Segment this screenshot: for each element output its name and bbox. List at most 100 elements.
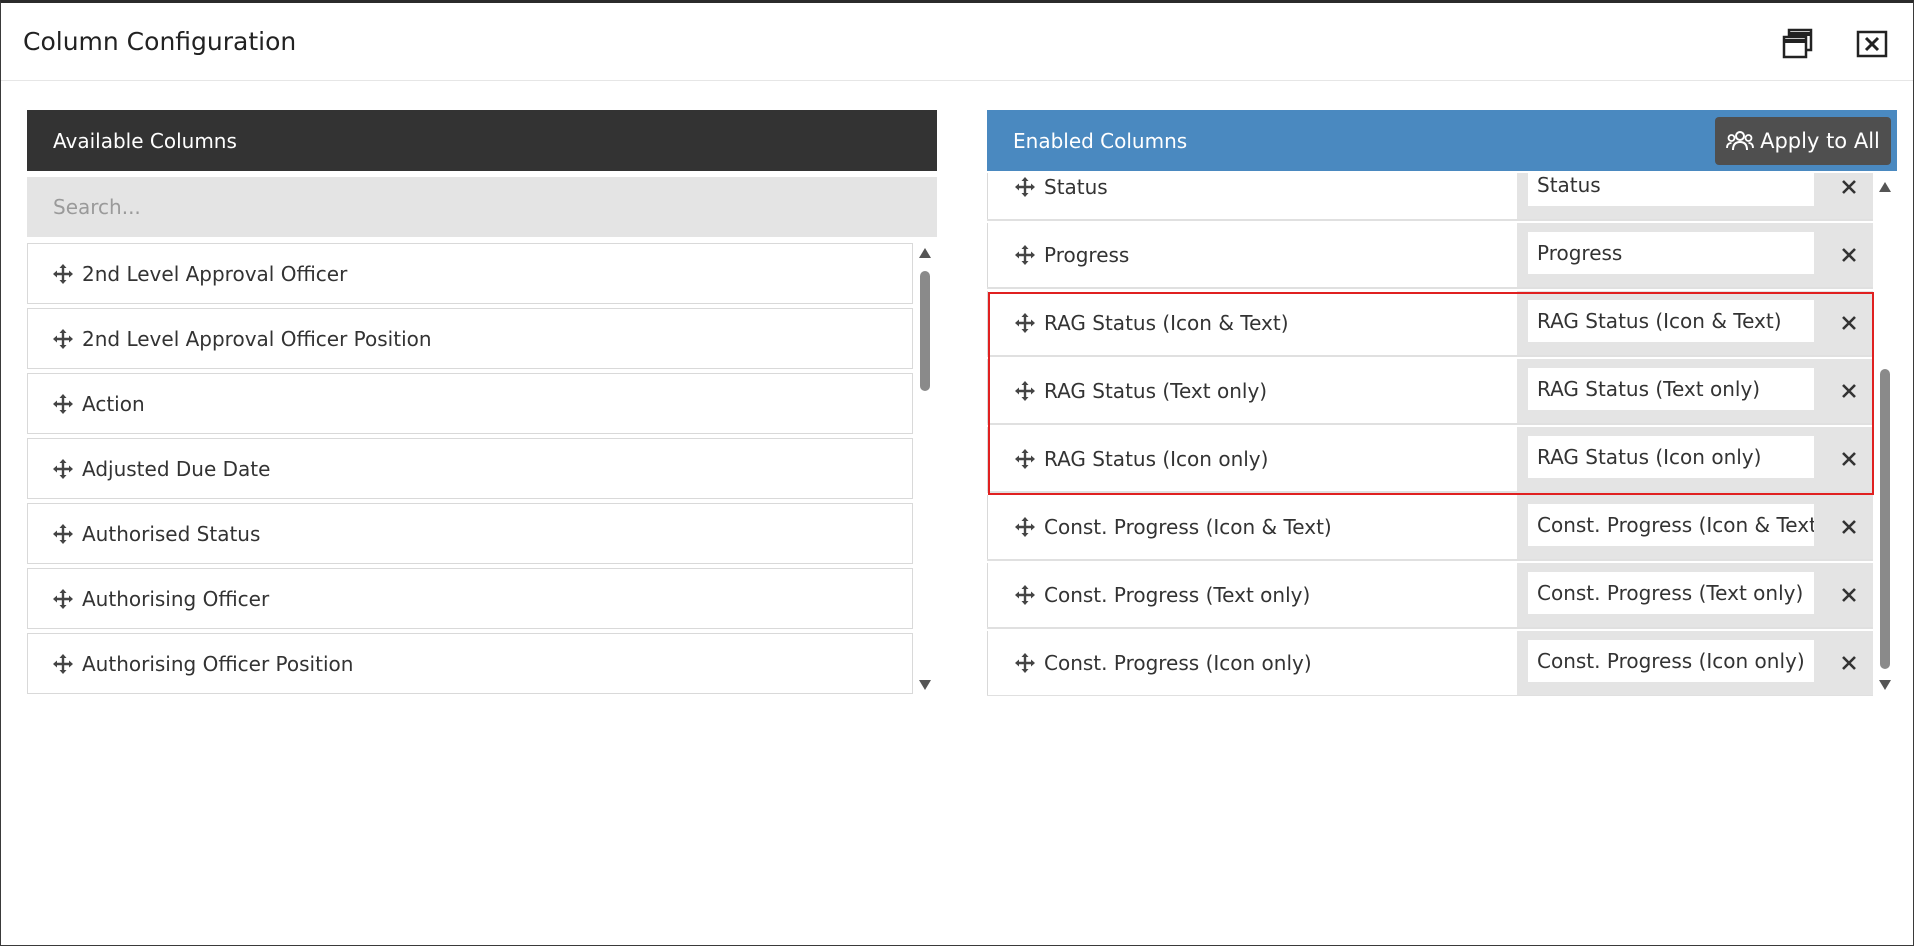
enabled-column-name[interactable]: Progress: [987, 223, 1517, 287]
available-column-item[interactable]: 2nd Level Approval Officer: [27, 243, 913, 304]
available-column-label: Authorised Status: [82, 521, 261, 546]
search-input[interactable]: [27, 177, 937, 237]
available-columns-list: 2nd Level Approval Officer 2nd Level App…: [27, 243, 913, 695]
close-icon: [1842, 180, 1856, 194]
scroll-up-arrow-icon[interactable]: [918, 247, 932, 259]
enabled-column-label: Status: [1044, 175, 1108, 199]
alias-cell: [1517, 495, 1825, 559]
close-icon: [1842, 316, 1856, 330]
available-column-label: 2nd Level Approval Officer: [82, 261, 348, 286]
alias-cell: [1517, 359, 1825, 423]
enabled-column-label: Const. Progress (Icon & Text): [1044, 515, 1332, 539]
remove-column-button[interactable]: [1825, 427, 1873, 491]
move-icon[interactable]: [52, 653, 74, 675]
alias-cell: [1517, 427, 1825, 491]
enabled-list-scrollbar[interactable]: [1877, 179, 1893, 697]
move-icon[interactable]: [52, 328, 74, 350]
move-icon[interactable]: [52, 523, 74, 545]
enabled-column-name[interactable]: RAG Status (Icon & Text): [987, 291, 1517, 355]
available-column-label: Authorising Officer Position: [82, 651, 354, 676]
close-dialog-button[interactable]: [1855, 27, 1889, 61]
close-icon: [1856, 30, 1888, 58]
enabled-columns-title: Enabled Columns: [1013, 128, 1188, 153]
enabled-column-row: Const. Progress (Icon only): [987, 631, 1873, 696]
available-column-label: 2nd Level Approval Officer Position: [82, 326, 432, 351]
available-column-item[interactable]: Authorising Officer: [27, 568, 913, 629]
move-icon[interactable]: [52, 393, 74, 415]
enabled-column-name[interactable]: Const. Progress (Text only): [987, 563, 1517, 627]
remove-column-button[interactable]: [1825, 173, 1873, 219]
available-column-item[interactable]: Authorising Officer Position: [27, 633, 913, 694]
move-icon[interactable]: [1014, 448, 1036, 470]
enabled-column-name[interactable]: RAG Status (Icon only): [987, 427, 1517, 491]
close-icon: [1842, 384, 1856, 398]
column-alias-input[interactable]: [1527, 367, 1815, 411]
alias-cell: [1517, 223, 1825, 287]
move-icon[interactable]: [52, 263, 74, 285]
remove-column-button[interactable]: [1825, 359, 1873, 423]
move-icon[interactable]: [1014, 652, 1036, 674]
alias-cell: [1517, 291, 1825, 355]
enabled-column-label: RAG Status (Icon only): [1044, 447, 1269, 471]
move-icon[interactable]: [52, 588, 74, 610]
enabled-column-row: Const. Progress (Text only): [987, 563, 1873, 629]
remove-column-button[interactable]: [1825, 495, 1873, 559]
move-icon[interactable]: [52, 458, 74, 480]
dialog-titlebar: Column Configuration: [1, 3, 1913, 81]
enabled-column-label: Const. Progress (Icon only): [1044, 651, 1312, 675]
available-column-item[interactable]: Authorised Status: [27, 503, 913, 564]
scroll-down-arrow-icon[interactable]: [1878, 679, 1892, 691]
column-alias-input[interactable]: [1527, 435, 1815, 479]
column-alias-input[interactable]: [1527, 299, 1815, 343]
enabled-column-label: RAG Status (Text only): [1044, 379, 1268, 403]
enabled-column-name[interactable]: RAG Status (Text only): [987, 359, 1517, 423]
restore-window-icon: [1782, 28, 1813, 59]
scroll-up-arrow-icon[interactable]: [1878, 181, 1892, 193]
scrollbar-thumb[interactable]: [1880, 369, 1890, 669]
available-columns-title: Available Columns: [53, 128, 237, 153]
remove-column-button[interactable]: [1825, 631, 1873, 695]
move-icon[interactable]: [1014, 176, 1036, 198]
move-icon[interactable]: [1014, 244, 1036, 266]
available-column-label: Authorising Officer: [82, 586, 270, 611]
alias-cell: [1517, 631, 1825, 695]
column-configuration-dialog: Column Configuration Available Columns 2…: [0, 0, 1914, 946]
scrollbar-thumb[interactable]: [920, 271, 930, 391]
column-alias-input[interactable]: [1527, 639, 1815, 683]
enabled-column-row: RAG Status (Icon only): [987, 427, 1873, 493]
available-columns-header: Available Columns: [27, 110, 937, 171]
move-icon[interactable]: [1014, 584, 1036, 606]
available-column-item[interactable]: 2nd Level Approval Officer Position: [27, 308, 913, 369]
remove-column-button[interactable]: [1825, 223, 1873, 287]
close-icon: [1842, 588, 1856, 602]
column-alias-input[interactable]: [1527, 231, 1815, 275]
users-icon: [1726, 130, 1755, 152]
move-icon[interactable]: [1014, 516, 1036, 538]
enabled-column-row: RAG Status (Icon & Text): [987, 291, 1873, 357]
alias-cell: [1517, 173, 1825, 219]
alias-cell: [1517, 563, 1825, 627]
remove-column-button[interactable]: [1825, 563, 1873, 627]
scroll-down-arrow-icon[interactable]: [918, 679, 932, 691]
column-alias-input[interactable]: [1527, 503, 1815, 547]
enabled-column-label: Progress: [1044, 243, 1130, 267]
enabled-columns-list: Status Progress RAG Status: [987, 173, 1873, 696]
enabled-column-name[interactable]: Status: [987, 173, 1517, 219]
available-column-label: Adjusted Due Date: [82, 456, 271, 481]
available-column-label: Action: [82, 391, 145, 416]
enabled-column-name[interactable]: Const. Progress (Icon only): [987, 631, 1517, 695]
dialog-title: Column Configuration: [23, 27, 297, 56]
close-icon: [1842, 520, 1856, 534]
move-icon[interactable]: [1014, 312, 1036, 334]
available-column-item[interactable]: Adjusted Due Date: [27, 438, 913, 499]
available-list-scrollbar[interactable]: [917, 247, 933, 695]
available-column-item[interactable]: Action: [27, 373, 913, 434]
restore-window-button[interactable]: [1781, 27, 1815, 61]
column-alias-input[interactable]: [1527, 173, 1815, 207]
move-icon[interactable]: [1014, 380, 1036, 402]
apply-to-all-button[interactable]: Apply to All: [1715, 117, 1891, 165]
column-alias-input[interactable]: [1527, 571, 1815, 615]
remove-column-button[interactable]: [1825, 291, 1873, 355]
enabled-column-row: RAG Status (Text only): [987, 359, 1873, 425]
enabled-column-name[interactable]: Const. Progress (Icon & Text): [987, 495, 1517, 559]
